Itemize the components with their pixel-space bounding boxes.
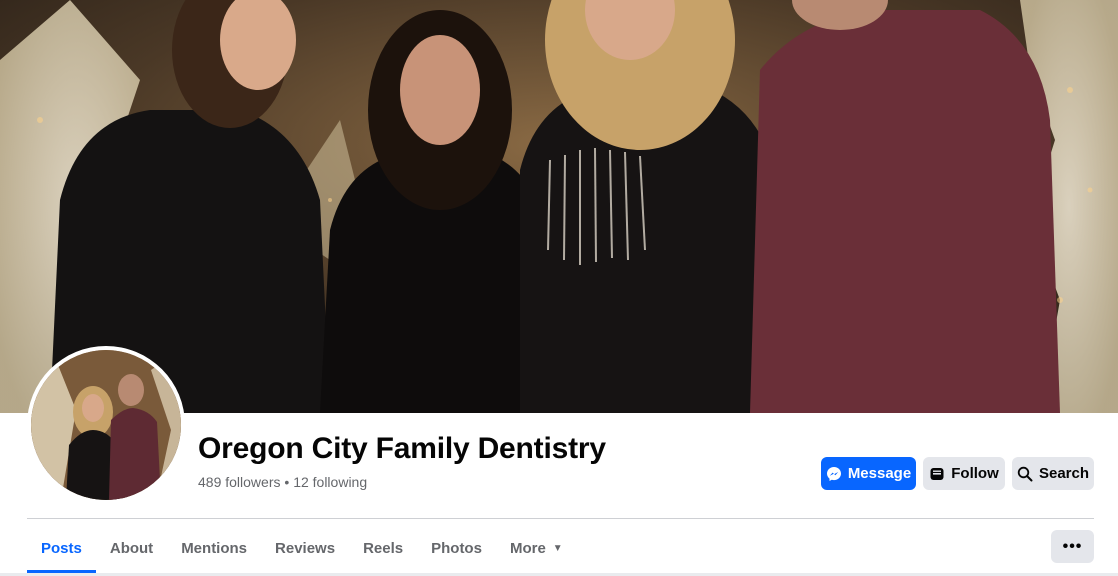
tab-more[interactable]: More ▼	[496, 524, 577, 573]
tab-reviews[interactable]: Reviews	[261, 524, 349, 573]
tab-mentions[interactable]: Mentions	[167, 524, 261, 573]
message-button-label: Message	[847, 465, 912, 482]
follow-icon	[929, 466, 945, 482]
stats-separator: •	[280, 474, 294, 490]
tab-reels[interactable]: Reels	[349, 524, 417, 573]
profile-tabs: Posts About Mentions Reviews Reels Photo…	[27, 524, 577, 574]
tab-label: Posts	[41, 540, 82, 557]
more-options-icon: •••	[1062, 537, 1083, 555]
cover-photo[interactable]	[0, 0, 1118, 413]
tab-label: Reviews	[275, 540, 336, 557]
page-title: Oregon City Family Dentistry	[198, 432, 606, 465]
follow-button[interactable]: Follow	[923, 457, 1005, 490]
follow-stats: 489 followers • 12 following	[198, 474, 367, 490]
header-divider	[27, 518, 1094, 519]
more-options-button[interactable]: •••	[1051, 530, 1094, 563]
search-button-label: Search	[1038, 465, 1090, 482]
search-icon	[1017, 466, 1033, 482]
profile-avatar[interactable]	[27, 346, 185, 504]
message-button[interactable]: Message	[821, 457, 916, 490]
tab-about[interactable]: About	[96, 524, 167, 573]
search-button[interactable]: Search	[1012, 457, 1094, 490]
profile-picture	[31, 350, 181, 500]
follow-button-label: Follow	[951, 465, 999, 482]
tab-label: Reels	[363, 540, 404, 557]
followers-link[interactable]: 489 followers	[198, 474, 281, 490]
cover-photo-image	[0, 0, 1118, 413]
tab-label: Mentions	[181, 540, 248, 557]
tab-posts[interactable]: Posts	[27, 524, 96, 573]
tab-photos[interactable]: Photos	[417, 524, 496, 573]
following-link[interactable]: 12 following	[293, 474, 367, 490]
messenger-icon	[826, 466, 842, 482]
tab-label: Photos	[431, 540, 482, 557]
caret-down-icon: ▼	[552, 543, 563, 554]
tab-label: More	[509, 540, 546, 557]
tab-label: About	[109, 540, 154, 557]
